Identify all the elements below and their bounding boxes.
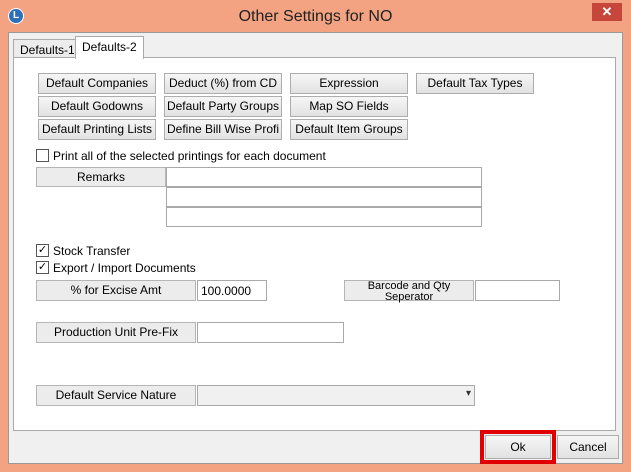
default-party-groups-button[interactable]: Default Party Groups	[164, 96, 282, 117]
tab-panel-defaults-2: Default Companies Deduct (%) from CD Exp…	[13, 57, 616, 431]
barcode-separator-label: Barcode and Qty Seperator	[344, 280, 474, 303]
cancel-button[interactable]: Cancel	[557, 435, 619, 459]
deduct-from-cd-button[interactable]: Deduct (%) from CD	[164, 73, 282, 94]
default-item-groups-button[interactable]: Default Item Groups	[290, 119, 408, 140]
chevron-down-icon: ▾	[465, 388, 471, 399]
stock-transfer-checkbox[interactable]: ✓	[36, 244, 49, 257]
define-bill-wise-profit-button[interactable]: Define Bill Wise Profi	[164, 119, 282, 140]
default-printing-lists-button[interactable]: Default Printing Lists	[38, 119, 156, 140]
remarks-input-1[interactable]	[166, 167, 482, 187]
window-title: Other Settings for NO	[238, 8, 393, 25]
map-so-fields-button[interactable]: Map SO Fields	[290, 96, 408, 117]
production-prefix-input[interactable]	[197, 322, 344, 343]
service-nature-label: Default Service Nature	[36, 385, 196, 406]
expression-button[interactable]: Expression	[290, 73, 408, 94]
title-bar: Other Settings for NO L ✕	[0, 0, 631, 32]
excise-amt-input[interactable]	[197, 280, 267, 301]
export-import-checkbox[interactable]: ✓	[36, 261, 49, 274]
barcode-separator-input[interactable]	[475, 280, 560, 301]
stock-transfer-label: Stock Transfer	[53, 244, 131, 258]
tab-defaults-2[interactable]: Defaults-2	[75, 36, 144, 59]
default-companies-button[interactable]: Default Companies	[38, 73, 156, 94]
excise-amt-label: % for Excise Amt	[36, 280, 196, 301]
production-prefix-label: Production Unit Pre-Fix	[36, 322, 196, 343]
service-nature-select[interactable]: ▾	[197, 385, 475, 406]
print-all-label: Print all of the selected printings for …	[53, 149, 326, 163]
app-logo-icon: L	[8, 8, 24, 24]
barcode-label-line2: Seperator	[384, 291, 434, 303]
remarks-label: Remarks	[36, 167, 166, 187]
close-button[interactable]: ✕	[592, 3, 622, 21]
default-godowns-button[interactable]: Default Godowns	[38, 96, 156, 117]
tab-defaults-1[interactable]: Defaults-1	[13, 39, 82, 58]
ok-button-highlight	[480, 430, 556, 464]
default-tax-types-button[interactable]: Default Tax Types	[416, 73, 534, 94]
remarks-input-2[interactable]	[166, 187, 482, 207]
dialog-client-area: Defaults-1 Defaults-2 Default Companies …	[8, 32, 623, 464]
settings-window: Other Settings for NO L ✕ Defaults-1 Def…	[0, 0, 631, 472]
export-import-label: Export / Import Documents	[53, 261, 196, 275]
print-all-checkbox[interactable]	[36, 149, 49, 162]
remarks-input-3[interactable]	[166, 207, 482, 227]
